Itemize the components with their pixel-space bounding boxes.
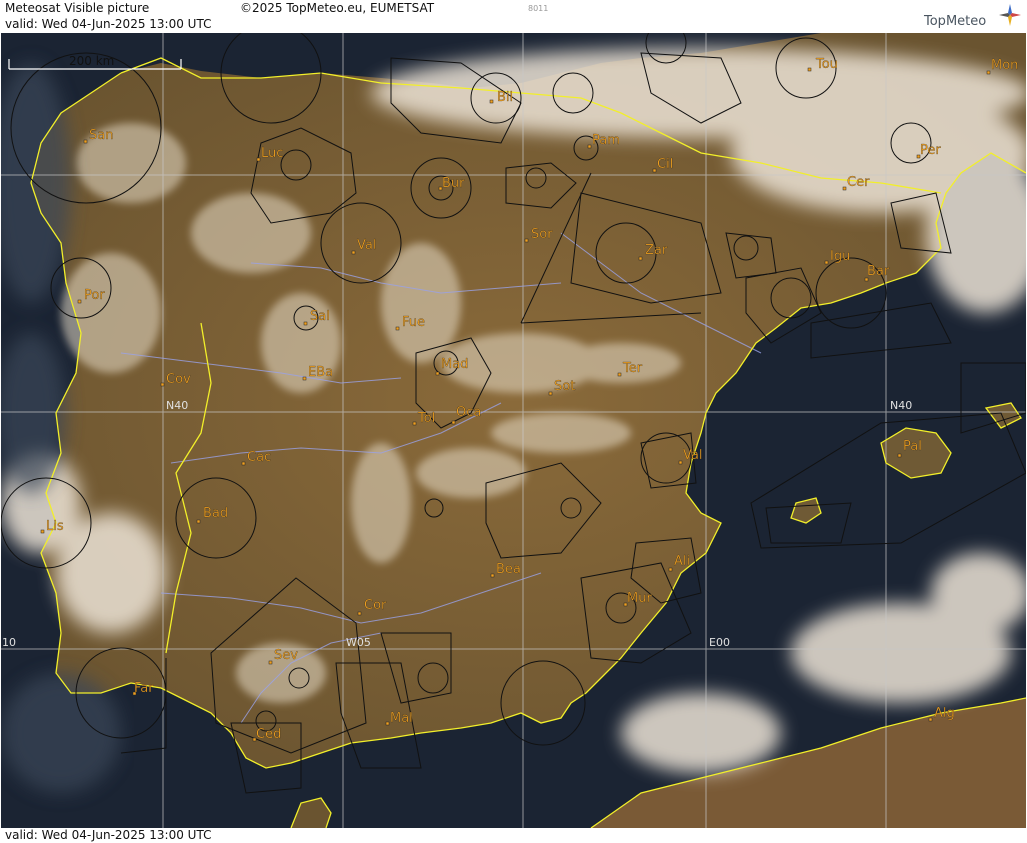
city-label: Zar: [645, 243, 668, 258]
footer-bar: valid: Wed 04-Jun-2025 13:00 UTC: [0, 828, 1027, 843]
city-label: Bil: [497, 90, 513, 105]
city-label: Luc: [261, 146, 283, 161]
city-label: Pam: [592, 133, 620, 148]
city-label: Sev: [274, 648, 298, 663]
city-label: Mon: [991, 58, 1018, 73]
city-label: Bea: [496, 562, 521, 577]
product-code: 8011: [528, 4, 549, 13]
city-label: Cil: [657, 157, 673, 172]
city-label: Mal: [390, 711, 413, 726]
city-label: Far: [134, 681, 154, 696]
city-label: Pal: [903, 439, 922, 454]
compass-star-icon: [999, 4, 1021, 26]
logo-text: TopMeteo: [924, 14, 987, 29]
city-label: Oca: [456, 405, 481, 420]
grid-label-e00: E00: [709, 636, 730, 649]
city-label: Sor: [531, 227, 553, 242]
city-label: Ced: [256, 727, 281, 742]
city-label: Sot: [554, 379, 575, 394]
city-label: Cor: [364, 598, 387, 613]
topmeteo-logo: TopMeteo: [916, 2, 1021, 32]
city-label: Mad: [441, 357, 468, 372]
city-label: Tou: [815, 57, 838, 72]
city-label: Per: [920, 143, 941, 158]
city-label: Fue: [402, 315, 425, 330]
scale-bar-label: 200 km: [69, 54, 114, 68]
city-label: Ali: [674, 554, 690, 569]
grid-label-n40-west: N40: [166, 399, 188, 412]
satellite-map: 200 km N40 N40 W05 E00 10 San Luc Bur Bi…: [1, 33, 1026, 828]
city-label: Lis: [46, 519, 64, 534]
city-label: Bad: [203, 506, 228, 521]
city-label: Cac: [247, 450, 271, 465]
copyright-text: ©2025 TopMeteo.eu, EUMETSAT: [240, 1, 435, 15]
city-label: Alg: [934, 706, 955, 721]
city-label: Cov: [166, 372, 191, 387]
city-label: Val: [357, 238, 376, 253]
city-label: Igu: [830, 249, 850, 264]
grid-label-w10: 10: [2, 636, 16, 649]
valid-time: valid: Wed 04-Jun-2025 13:00 UTC: [5, 17, 212, 31]
city-label: Por: [84, 288, 105, 303]
footer-valid-time: valid: Wed 04-Jun-2025 13:00 UTC: [5, 828, 212, 842]
city-label: EBa: [308, 365, 333, 380]
grid-label-n40-east: N40: [890, 399, 912, 412]
city-label: Mur: [627, 591, 652, 606]
image-title: Meteosat Visible picture: [5, 1, 150, 15]
header-bar: Meteosat Visible picture ©2025 TopMeteo.…: [0, 0, 1027, 33]
city-label: San: [89, 128, 113, 143]
city-label: Ter: [622, 361, 643, 376]
city-label: Tol: [417, 411, 435, 426]
city-label: Val: [683, 448, 702, 463]
city-label: Cer: [847, 175, 870, 190]
city-label: Bur: [442, 176, 465, 191]
city-label: Bar: [867, 264, 890, 279]
city-label: Sal: [310, 309, 330, 324]
grid-label-w05: W05: [346, 636, 371, 649]
